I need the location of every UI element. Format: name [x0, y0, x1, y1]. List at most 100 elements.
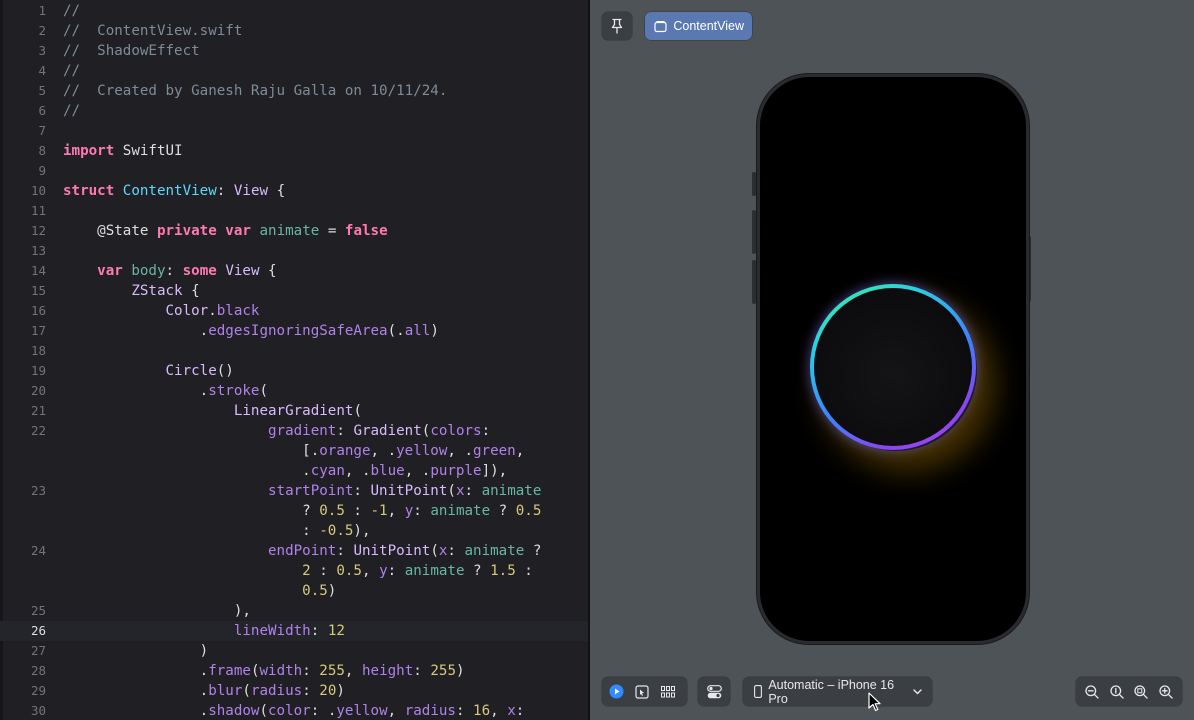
code-line[interactable]: 12 @State private var animate = false — [0, 221, 588, 241]
code-text[interactable]: @State private var animate = false — [63, 221, 388, 241]
selectable-mode-icon[interactable] — [634, 684, 650, 700]
code-token: false — [344, 223, 388, 239]
line-number: 8 — [38, 143, 46, 158]
code-text[interactable]: // — [63, 61, 80, 81]
code-line[interactable]: 20 .stroke( — [0, 381, 588, 401]
code-line[interactable]: 14 var body: some View { — [0, 261, 588, 281]
code-line[interactable]: 26 lineWidth: 12 — [0, 621, 588, 641]
code-line[interactable]: 0.5) — [0, 581, 588, 601]
code-line[interactable]: 10 struct ContentView: View { — [0, 181, 588, 201]
code-text[interactable]: Color.black — [63, 301, 260, 321]
code-text[interactable]: // — [63, 101, 80, 121]
code-text[interactable]: 2 : 0.5, y: animate ? 1.5 : — [63, 561, 533, 581]
code-line[interactable]: 6 // — [0, 101, 588, 121]
code-text[interactable]: : -0.5), — [63, 521, 370, 541]
preview-canvas[interactable]: ContentView Automatic – iPhone 16 Pro — [590, 0, 1194, 720]
zoom-in-icon[interactable] — [1158, 684, 1174, 700]
code-token: // ContentView.swift — [63, 23, 243, 39]
code-text[interactable]: gradient: Gradient(colors: — [63, 421, 490, 441]
code-line[interactable]: .cyan, .blue, .purple]), — [0, 461, 588, 481]
code-text[interactable]: .frame(width: 255, height: 255) — [63, 661, 465, 681]
code-line[interactable]: 28 .frame(width: 255, height: 255) — [0, 661, 588, 681]
code-text[interactable]: import SwiftUI — [63, 141, 183, 161]
zoom-out-icon[interactable] — [1084, 684, 1100, 700]
zoom-fit-icon[interactable] — [1134, 684, 1150, 700]
code-text[interactable]: // ShadowEffect — [63, 41, 200, 61]
code-text[interactable]: // Created by Ganesh Raju Galla on 10/11… — [63, 81, 447, 101]
device-settings-button[interactable] — [698, 677, 730, 706]
code-line[interactable]: 30 .shadow(color: .yellow, radius: 16, x… — [0, 701, 588, 720]
code-line[interactable]: 21 LinearGradient( — [0, 401, 588, 421]
line-number: 16 — [30, 303, 46, 318]
code-text[interactable]: ? 0.5 : -1, y: animate ? 0.5 — [63, 501, 541, 521]
code-line[interactable]: 22 gradient: Gradient(colors: — [0, 421, 588, 441]
device-picker[interactable]: Automatic – iPhone 16 Pro — [743, 677, 932, 706]
code-line[interactable]: 18 — [0, 341, 588, 361]
code-editor[interactable]: 1 // 2 // ContentView.swift 3 // ShadowEffect… — [0, 0, 588, 720]
variants-icon[interactable] — [660, 684, 676, 700]
code-text[interactable]: struct ContentView: View { — [63, 181, 285, 201]
code-line[interactable]: 16 Color.black — [0, 301, 588, 321]
line-number: 19 — [30, 363, 46, 378]
code-text[interactable]: .cyan, .blue, .purple]), — [63, 461, 507, 481]
code-line[interactable]: 11 — [0, 201, 588, 221]
code-text[interactable]: startPoint: UnitPoint(x: animate — [63, 481, 541, 501]
code-line[interactable]: 1 // — [0, 1, 588, 21]
line-number: 1 — [38, 3, 46, 18]
code-text[interactable]: ), — [63, 601, 251, 621]
code-line[interactable]: 8 import SwiftUI — [0, 141, 588, 161]
code-line[interactable]: 2 // ContentView.swift — [0, 21, 588, 41]
mouse-cursor-icon — [868, 692, 882, 716]
code-text[interactable]: endPoint: UnitPoint(x: animate ? — [63, 541, 541, 561]
code-line[interactable]: ? 0.5 : -1, y: animate ? 0.5 — [0, 501, 588, 521]
code-text[interactable]: // ContentView.swift — [63, 21, 242, 41]
zoom-100-icon[interactable] — [1109, 684, 1125, 700]
code-line[interactable]: 13 — [0, 241, 588, 261]
code-token: orange — [319, 443, 371, 459]
line-number: 26 — [30, 623, 46, 638]
code-line[interactable]: 15 ZStack { — [0, 281, 588, 301]
live-mode-icon[interactable] — [608, 684, 624, 700]
code-text[interactable]: LinearGradient( — [63, 401, 362, 421]
code-token: : — [447, 543, 465, 559]
code-text[interactable]: [.orange, .yellow, .green, — [63, 441, 524, 461]
code-line[interactable]: 19 Circle() — [0, 361, 588, 381]
code-line[interactable]: 23 startPoint: UnitPoint(x: animate — [0, 481, 588, 501]
code-token: color — [268, 703, 311, 719]
code-text[interactable]: lineWidth: 12 — [63, 621, 345, 641]
code-line[interactable]: : -0.5), — [0, 521, 588, 541]
code-text[interactable]: var body: some View { — [63, 261, 276, 281]
code-line[interactable]: 4 // — [0, 61, 588, 81]
code-text[interactable]: .blur(radius: 20) — [63, 681, 345, 701]
code-line[interactable]: 25 ), — [0, 601, 588, 621]
code-token: . — [208, 303, 217, 319]
code-line[interactable]: 9 — [0, 161, 588, 181]
code-line[interactable]: 3 // ShadowEffect — [0, 41, 588, 61]
code-text[interactable]: .stroke( — [63, 381, 268, 401]
line-number: 12 — [30, 223, 46, 238]
code-text[interactable]: ) — [63, 641, 209, 661]
code-line[interactable]: 24 endPoint: UnitPoint(x: animate ? — [0, 541, 588, 561]
code-line[interactable]: 17 .edgesIgnoringSafeArea(.all) — [0, 321, 588, 341]
code-line[interactable]: 29 .blur(radius: 20) — [0, 681, 588, 701]
code-line[interactable]: [.orange, .yellow, .green, — [0, 441, 588, 461]
code-text[interactable]: // — [63, 1, 80, 21]
tab-contentview[interactable]: ContentView — [645, 12, 752, 40]
line-number: 5 — [38, 83, 46, 98]
code-text[interactable]: .shadow(color: .yellow, radius: 16, x: — [63, 701, 525, 720]
line-number: 3 — [38, 43, 46, 58]
code-text[interactable]: .edgesIgnoringSafeArea(.all) — [63, 321, 439, 341]
code-line[interactable]: 2 : 0.5, y: animate ? 1.5 : — [0, 561, 588, 581]
code-line[interactable]: 5 // Created by Ganesh Raju Galla on 10/1… — [0, 81, 588, 101]
code-line[interactable]: 27 ) — [0, 641, 588, 661]
code-text[interactable]: 0.5) — [63, 581, 336, 601]
code-text[interactable]: Circle() — [63, 361, 234, 381]
line-number: 28 — [30, 663, 46, 678]
code-token: yellow — [396, 443, 448, 459]
pin-button[interactable] — [602, 12, 632, 40]
code-token: : — [515, 703, 525, 719]
code-text[interactable]: ZStack { — [63, 281, 199, 301]
code-token: 255 — [430, 663, 456, 679]
code-line[interactable]: 7 — [0, 121, 588, 141]
